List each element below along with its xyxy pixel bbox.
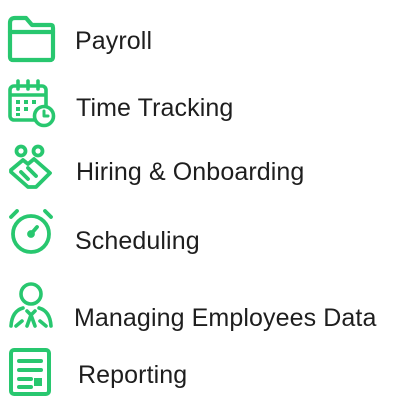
feature-label: Hiring & Onboarding — [76, 158, 305, 186]
handshake-icon — [6, 142, 56, 192]
report-icon — [6, 346, 56, 396]
feature-label: Payroll — [75, 27, 153, 55]
alarm-clock-icon — [6, 207, 56, 257]
feature-item-reporting[interactable]: Reporting — [0, 346, 210, 402]
feature-item-hiring-onboarding[interactable]: Hiring & Onboarding — [0, 142, 340, 198]
feature-item-time-tracking[interactable]: Time Tracking — [0, 78, 255, 134]
feature-label: Time Tracking — [76, 94, 234, 122]
employee-icon — [6, 281, 56, 331]
feature-item-scheduling[interactable]: Scheduling — [0, 207, 225, 263]
calendar-clock-icon — [6, 78, 56, 128]
feature-label: Scheduling — [75, 227, 200, 255]
feature-label: Reporting — [78, 361, 188, 389]
feature-item-payroll[interactable]: Payroll — [0, 14, 170, 70]
feature-label: Managing Employees Data — [74, 304, 377, 332]
feature-list: Payroll Time Tracking Hiring & Onboardin… — [0, 0, 406, 402]
feature-item-managing-employees-data[interactable]: Managing Employees Data — [0, 281, 400, 337]
folder-icon — [6, 14, 56, 64]
